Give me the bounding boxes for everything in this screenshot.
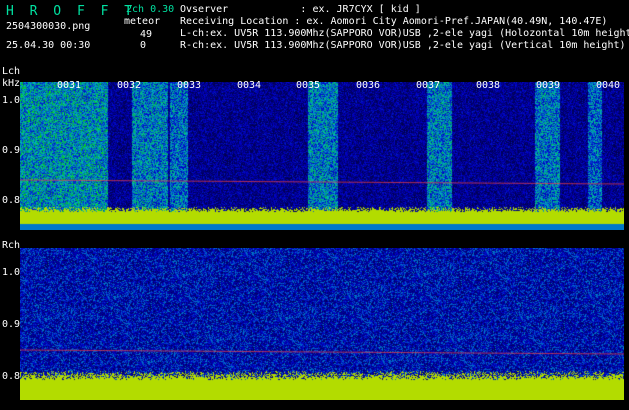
lch-ytick-3: 0.8 xyxy=(2,195,21,206)
meteor-count-rch: 0 xyxy=(140,40,147,51)
minute-label: 0032 xyxy=(117,80,142,91)
rch-info-line: R-ch:ex. UV5R 113.900Mhz(SAPPORO VOR)USB… xyxy=(180,40,626,51)
minute-label: 0039 xyxy=(536,80,561,91)
location-line: Receiving Location : ex. Aomori City Aom… xyxy=(180,16,608,27)
minute-label: 0035 xyxy=(296,80,321,91)
app-title: H R O F F T xyxy=(6,4,137,19)
minute-label: 0033 xyxy=(177,80,202,91)
rch-label: Rch xyxy=(2,240,21,251)
minute-label: 0038 xyxy=(476,80,501,91)
rch-ytick-3: 0.8 xyxy=(2,371,21,382)
channel-info: 2ch 0.30 xyxy=(126,4,175,15)
lch-spectrogram xyxy=(20,82,624,230)
minute-label: 0036 xyxy=(356,80,381,91)
minute-label: 0040 xyxy=(596,80,621,91)
rch-ytick-1: 1.0 xyxy=(2,267,21,278)
rch-ytick-2: 0.9 xyxy=(2,319,21,330)
minute-label: 0031 xyxy=(57,80,82,91)
lch-ytick-2: 0.9 xyxy=(2,145,21,156)
date-time: 25.04.30 00:30 xyxy=(6,40,91,51)
minute-label: 0037 xyxy=(416,80,441,91)
lch-ytick-1: 1.0 xyxy=(2,95,21,106)
meteor-label: meteor xyxy=(124,16,161,27)
observer-line: Ovserver : ex. JR7CYX [ kid ] xyxy=(180,4,421,15)
minute-label: 0034 xyxy=(237,80,262,91)
meteor-count-lch: 49 xyxy=(140,29,153,40)
file-name: 2504300030.png xyxy=(6,21,91,32)
lch-unit: kHz xyxy=(2,78,21,89)
rch-spectrogram xyxy=(20,248,624,400)
lch-label: Lch xyxy=(2,66,21,77)
lch-info-line: L-ch:ex. UV5R 113.900Mhz(SAPPORO VOR)USB… xyxy=(180,28,629,39)
